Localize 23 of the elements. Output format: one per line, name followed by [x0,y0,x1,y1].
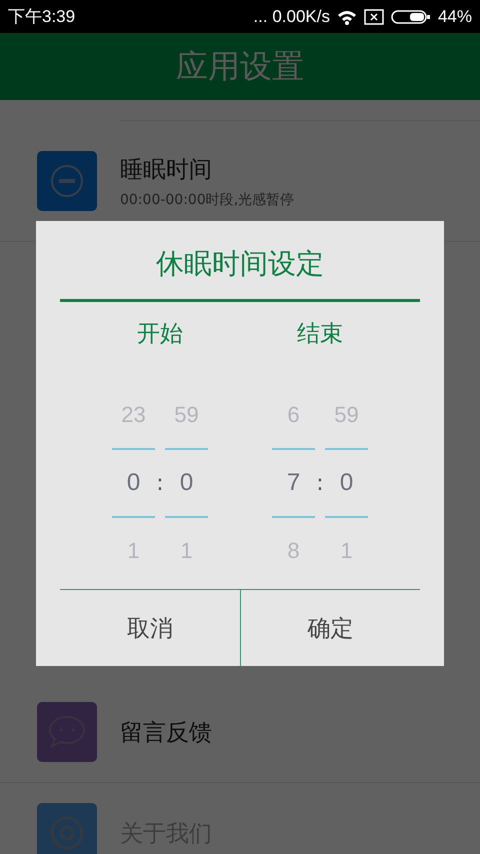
wifi-icon [336,8,357,24]
battery-percent: 44% [438,6,472,26]
battery-icon [390,8,431,24]
picker-label: 结束 [297,320,343,349]
confirm-button[interactable]: 确定 [240,590,420,666]
dialog-title: 休眠时间设定 [60,245,420,302]
selected-value[interactable]: 0 [165,448,208,518]
setting-title[interactable]: 睡眠时间 [120,154,294,184]
setting-description: 00:00-00:00时段,光感暂停 [120,190,294,208]
chat-bubble-icon [37,702,97,762]
picker-label: 开始 [137,320,183,349]
setting-title[interactable]: 留言反馈 [120,716,212,748]
selected-value[interactable]: 7 [272,448,315,518]
time-separator: : [315,470,325,496]
at-sign-icon [37,802,97,854]
selected-value[interactable]: 0 [112,448,155,518]
time-separator: : [155,470,165,496]
page-title: 应用设置 [176,46,304,86]
clock: 下午3:39 [8,6,76,28]
network-speed: ... 0.00K/s [253,6,330,26]
sim-card-icon [364,8,384,24]
cancel-button[interactable]: 取消 [60,590,240,666]
selected-value[interactable]: 0 [325,448,368,518]
